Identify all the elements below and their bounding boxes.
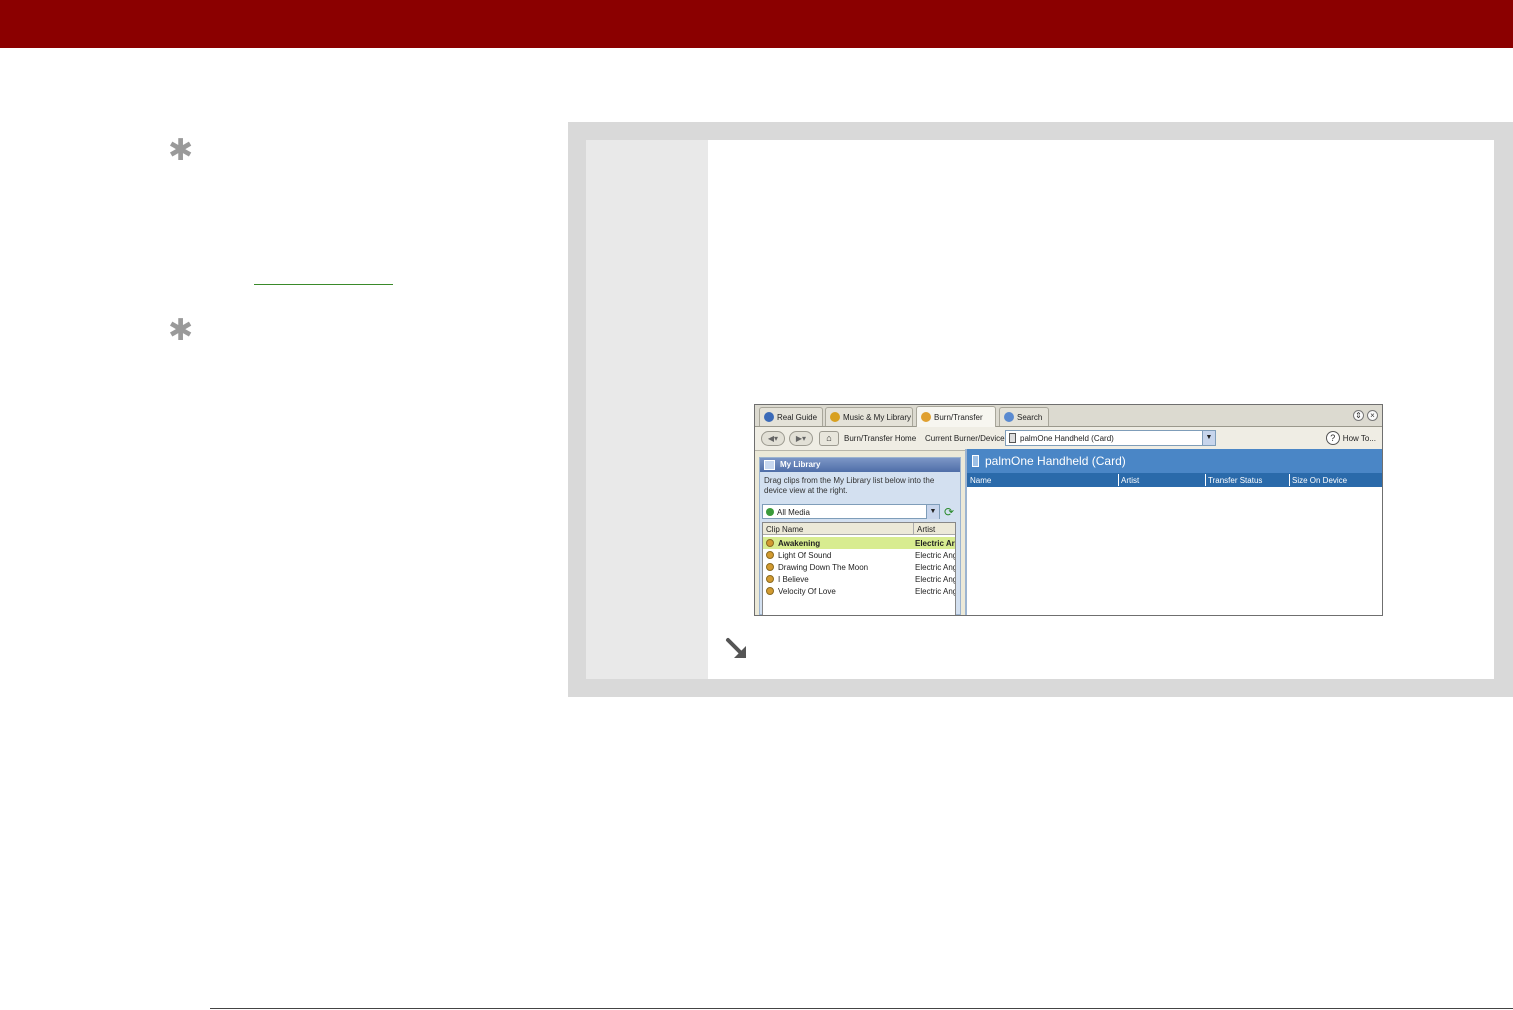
- toolbar: ◀▾ ▶▾ ⌂ Burn/Transfer Home Current Burne…: [755, 427, 1382, 451]
- step-number-column: [586, 140, 708, 679]
- chevron-down-icon[interactable]: ▼: [926, 505, 939, 519]
- handheld-icon: [1009, 433, 1016, 443]
- continue-arrow-icon: [726, 638, 746, 658]
- column-artist[interactable]: Artist: [917, 525, 935, 534]
- device-select[interactable]: palmOne Handheld (Card) ▼: [1005, 430, 1216, 446]
- clip-list: Clip Name Artist Awakening Electric Ar L…: [762, 522, 956, 615]
- library-description: Drag clips from the My Library list belo…: [764, 476, 935, 495]
- handheld-icon: [972, 455, 979, 467]
- refresh-icon[interactable]: ⟳: [942, 505, 956, 519]
- restore-icon[interactable]: ⇕: [1353, 410, 1364, 421]
- help-icon: ?: [1325, 431, 1340, 445]
- media-filter-select[interactable]: All Media ▼: [762, 504, 940, 519]
- device-pane: palmOne Handheld (Card) Name Artist Tran…: [965, 449, 1382, 615]
- column-transfer-status[interactable]: Transfer Status: [1208, 476, 1262, 485]
- clip-icon: [766, 587, 774, 595]
- column-clip-name[interactable]: Clip Name: [766, 525, 803, 534]
- tab-music-library[interactable]: Music & My Library: [825, 407, 913, 426]
- my-library-pane: My Library Drag clips from the My Librar…: [759, 457, 961, 615]
- home-icon[interactable]: ⌂: [819, 431, 839, 446]
- tip-asterisk-icon: ✱: [168, 313, 194, 348]
- music-icon: [830, 412, 840, 422]
- clip-icon: [766, 551, 774, 559]
- realplayer-screenshot: Real Guide Music & My Library Burn/Trans…: [754, 404, 1383, 616]
- clip-icon: [766, 563, 774, 571]
- device-column-headers: Name Artist Transfer Status Size On Devi…: [967, 473, 1382, 487]
- globe-icon: [766, 508, 774, 516]
- current-device-label: Current Burner/Device: [925, 434, 1005, 443]
- tab-real-guide[interactable]: Real Guide: [759, 407, 823, 426]
- device-title: palmOne Handheld (Card): [985, 454, 1126, 468]
- column-artist[interactable]: Artist: [1121, 476, 1139, 485]
- library-icon: [764, 460, 775, 470]
- chevron-down-icon[interactable]: ▼: [1202, 431, 1215, 445]
- list-item[interactable]: I Believe Electric Ang: [763, 573, 955, 585]
- clip-icon: [766, 539, 774, 547]
- column-name[interactable]: Name: [970, 476, 991, 485]
- forward-button[interactable]: ▶▾: [789, 431, 813, 446]
- list-item[interactable]: Awakening Electric Ar: [763, 537, 955, 549]
- close-icon[interactable]: ×: [1367, 410, 1378, 421]
- list-item[interactable]: Light Of Sound Electric Ang: [763, 549, 955, 561]
- tip-asterisk-icon: ✱: [168, 133, 194, 168]
- footer-divider: [210, 1008, 1513, 1009]
- burn-icon: [921, 412, 931, 422]
- clip-icon: [766, 575, 774, 583]
- tab-search[interactable]: Search: [999, 407, 1049, 426]
- real-guide-icon: [764, 412, 774, 422]
- column-size-on-device[interactable]: Size On Device: [1292, 476, 1347, 485]
- burn-transfer-home-link[interactable]: Burn/Transfer Home: [844, 434, 916, 443]
- library-title: My Library: [780, 460, 821, 469]
- search-icon: [1004, 412, 1014, 422]
- how-to-button[interactable]: ? How To...: [1325, 431, 1376, 445]
- tab-burn-transfer[interactable]: Burn/Transfer: [916, 406, 996, 427]
- list-item[interactable]: Velocity Of Love Electric Ang: [763, 585, 955, 597]
- header-bar: [0, 0, 1513, 48]
- list-item[interactable]: Drawing Down The Moon Electric Ang: [763, 561, 955, 573]
- back-button[interactable]: ◀▾: [761, 431, 785, 446]
- tab-bar: Real Guide Music & My Library Burn/Trans…: [755, 405, 1382, 427]
- tip-link-underline[interactable]: [254, 284, 393, 285]
